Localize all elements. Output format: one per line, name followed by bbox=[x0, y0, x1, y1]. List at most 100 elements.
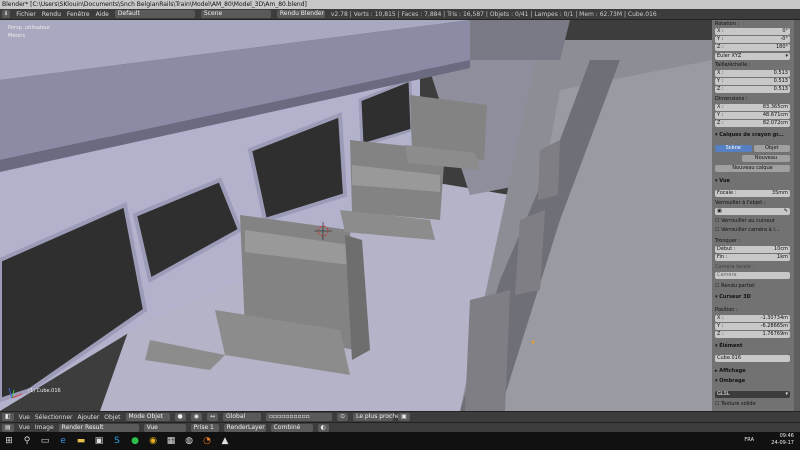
lock-object-field[interactable]: ▣ ✎ bbox=[715, 208, 790, 215]
search-icon[interactable]: ⚲ bbox=[18, 432, 36, 450]
scene-select[interactable]: Scene bbox=[200, 10, 271, 18]
cursor-section-header[interactable]: ▾ Curseur 3D bbox=[715, 294, 790, 300]
grease-pencil-source: Scène Objet bbox=[715, 145, 790, 152]
image-editor-header: ▤ Vue Image Render Result Vue Prise 1 Re… bbox=[0, 422, 800, 432]
chrome-icon[interactable]: ◉ bbox=[144, 432, 162, 450]
menu-aide[interactable]: Aide bbox=[96, 11, 109, 18]
image-viewer-icon[interactable]: ▲ bbox=[216, 432, 234, 450]
display-section-header[interactable]: ▸ Affichage bbox=[715, 368, 790, 374]
dimension-z-field[interactable]: Z :82.072cm bbox=[715, 120, 790, 127]
editor-type-button[interactable]: ℹ bbox=[2, 10, 11, 18]
manipulator-icon[interactable]: ↔ bbox=[207, 413, 219, 421]
view-select[interactable]: Vue bbox=[143, 423, 186, 432]
viewport-header: ◧ Vue Sélectionner Ajouter Objet Mode Ob… bbox=[0, 411, 800, 422]
lock-object-label: Verrouiller à l'objet : bbox=[715, 200, 766, 206]
gp-scene-button[interactable]: Scène bbox=[715, 145, 752, 152]
rotation-mode-select[interactable]: Euler XYZ ▾ bbox=[715, 53, 790, 60]
cursor-y-field[interactable]: Y : -6.28665m bbox=[715, 323, 790, 330]
folder-icon[interactable]: ▬ bbox=[72, 432, 90, 450]
channels-icon[interactable]: ◐ bbox=[317, 423, 329, 432]
cursor-position-label: Position : bbox=[715, 307, 738, 313]
image-select[interactable]: Render Result bbox=[58, 423, 139, 432]
camera-field[interactable]: Caméra bbox=[715, 272, 790, 279]
menu-rendu[interactable]: Rendu bbox=[42, 11, 61, 18]
layers-grid[interactable]: ▫▫▫▫▫▫▫▫▫▫ bbox=[266, 413, 333, 421]
cursor-z-field[interactable]: Z :1.76769m bbox=[715, 331, 790, 338]
shading-icon[interactable]: ● bbox=[174, 413, 186, 421]
snap-target-select[interactable]: Le plus proche bbox=[353, 413, 400, 421]
scene-stats: v2.78 | Verts : 10,815 | Faces : 7,884 |… bbox=[330, 10, 657, 18]
viewport-editor-type-button[interactable]: ◧ bbox=[2, 413, 14, 421]
clip-label: Tronquer : bbox=[715, 238, 741, 244]
layout-select[interactable]: Default bbox=[114, 10, 195, 18]
item-name-field[interactable]: Cube.016 bbox=[715, 355, 790, 362]
cursor-x-field[interactable]: X : -1.30734m bbox=[715, 315, 790, 322]
gp-object-button[interactable]: Objet bbox=[753, 145, 790, 152]
render-border-checkbox[interactable]: ☐ Rendu partiel bbox=[715, 283, 790, 289]
properties-side-panel: Rotation : X :0° Y : -0° Z :180° Euler XY… bbox=[712, 20, 800, 411]
orientation-select[interactable]: Global bbox=[223, 413, 262, 421]
store-icon[interactable]: ▣ bbox=[90, 432, 108, 450]
view-section-header[interactable]: ▾ Vue bbox=[715, 178, 790, 184]
focal-length-field[interactable]: Focale :35mm bbox=[715, 190, 790, 197]
lock-camera-checkbox[interactable]: ☐ Verrouiller caméra à l... bbox=[715, 227, 790, 233]
skype-icon[interactable]: S bbox=[108, 432, 126, 450]
scale-label: Taille/échelle : bbox=[715, 62, 751, 68]
slot-select[interactable]: Prise 1 bbox=[190, 423, 219, 432]
image-editor-type-button[interactable]: ▤ bbox=[2, 423, 14, 432]
window-title: Blender* [C:\Users\SKlouin\Documents\Snc… bbox=[2, 1, 307, 8]
spotify-icon[interactable]: ● bbox=[126, 432, 144, 450]
pivot-icon[interactable]: ◉ bbox=[190, 413, 203, 421]
language-indicator[interactable]: FRA bbox=[744, 437, 754, 443]
gamepad-icon[interactable]: ◍ bbox=[180, 432, 198, 450]
rotation-y-field[interactable]: Y : -0° bbox=[715, 36, 790, 43]
gp-new-layer-button[interactable]: Nouveau calque bbox=[715, 165, 790, 172]
scale-z-field[interactable]: Z :0.513 bbox=[715, 86, 790, 93]
render-layer-select[interactable]: RenderLayer bbox=[223, 423, 266, 432]
grease-pencil-header[interactable]: ▾ Calques de crayon gr... bbox=[715, 132, 790, 138]
render-preview-icon[interactable]: ▣ bbox=[398, 413, 410, 421]
scale-y-field[interactable]: Y :0.513 bbox=[715, 78, 790, 85]
blender-icon[interactable]: ◔ bbox=[198, 432, 216, 450]
render-engine-select[interactable]: Rendu Blender bbox=[276, 10, 325, 18]
menu-vue-image[interactable]: Vue bbox=[19, 424, 30, 431]
system-clock[interactable]: 09:46 24-09-17 bbox=[771, 433, 794, 447]
menu-selectionner[interactable]: Sélectionner bbox=[35, 414, 73, 421]
lock-cursor-checkbox[interactable]: ☐ Verrouiller au curseur bbox=[715, 218, 790, 224]
clip-end-field[interactable]: Fin :1km bbox=[715, 254, 790, 261]
shading-mode-select[interactable]: GLSL ▾ bbox=[715, 391, 790, 398]
dimension-y-field[interactable]: Y :48.671cm bbox=[715, 112, 790, 119]
window-titlebar: Blender* [C:\Users\SKlouin\Documents\Snc… bbox=[0, 0, 800, 9]
shading-section-header[interactable]: ▾ Ombrage bbox=[715, 378, 790, 384]
task-view-icon[interactable]: ▭ bbox=[36, 432, 54, 450]
gp-new-button[interactable]: Nouveau bbox=[742, 155, 790, 162]
panel-scrollbar[interactable] bbox=[794, 20, 800, 411]
menu-image[interactable]: Image bbox=[35, 424, 54, 431]
train-interior-render bbox=[0, 20, 712, 411]
menu-ajouter[interactable]: Ajouter bbox=[78, 414, 100, 421]
rotation-z-field[interactable]: Z :180° bbox=[715, 44, 790, 51]
menu-fichier[interactable]: Fichier bbox=[16, 11, 36, 18]
snap-icon[interactable]: ⊙ bbox=[337, 413, 349, 421]
mode-select[interactable]: Mode Objet bbox=[125, 413, 170, 421]
edge-icon[interactable]: e bbox=[54, 432, 72, 450]
menu-fenetre[interactable]: Fenêtre bbox=[67, 11, 90, 18]
view-name-label: Persp. utilisateur bbox=[8, 25, 51, 31]
scale-x-field[interactable]: X :0.513 bbox=[715, 70, 790, 77]
start-icon[interactable]: ⊞ bbox=[0, 432, 18, 450]
rotation-x-field[interactable]: X :0° bbox=[715, 28, 790, 35]
local-camera-label: Caméra locale : bbox=[715, 264, 755, 270]
app-icon[interactable]: ▦ bbox=[162, 432, 180, 450]
clip-start-field[interactable]: Début :10cm bbox=[715, 246, 790, 253]
menu-vue[interactable]: Vue bbox=[19, 414, 30, 421]
units-label: Meters bbox=[8, 33, 26, 39]
render-pass-select[interactable]: Combiné bbox=[270, 423, 313, 432]
3d-viewport[interactable]: Persp. utilisateur Meters (1) Cube.016 bbox=[0, 20, 712, 411]
rotation-label: Rotation : bbox=[715, 21, 740, 27]
menu-objet[interactable]: Objet bbox=[104, 414, 120, 421]
texture-solid-checkbox[interactable]: ☐ Texture solide bbox=[715, 401, 790, 407]
info-header: ℹ Fichier Rendu Fenêtre Aide Default Sce… bbox=[0, 9, 800, 20]
dimension-x-field[interactable]: X :83.365cm bbox=[715, 104, 790, 111]
item-section-header[interactable]: ▾ Élément bbox=[715, 343, 790, 349]
active-object-label: (1) Cube.016 bbox=[28, 388, 61, 394]
